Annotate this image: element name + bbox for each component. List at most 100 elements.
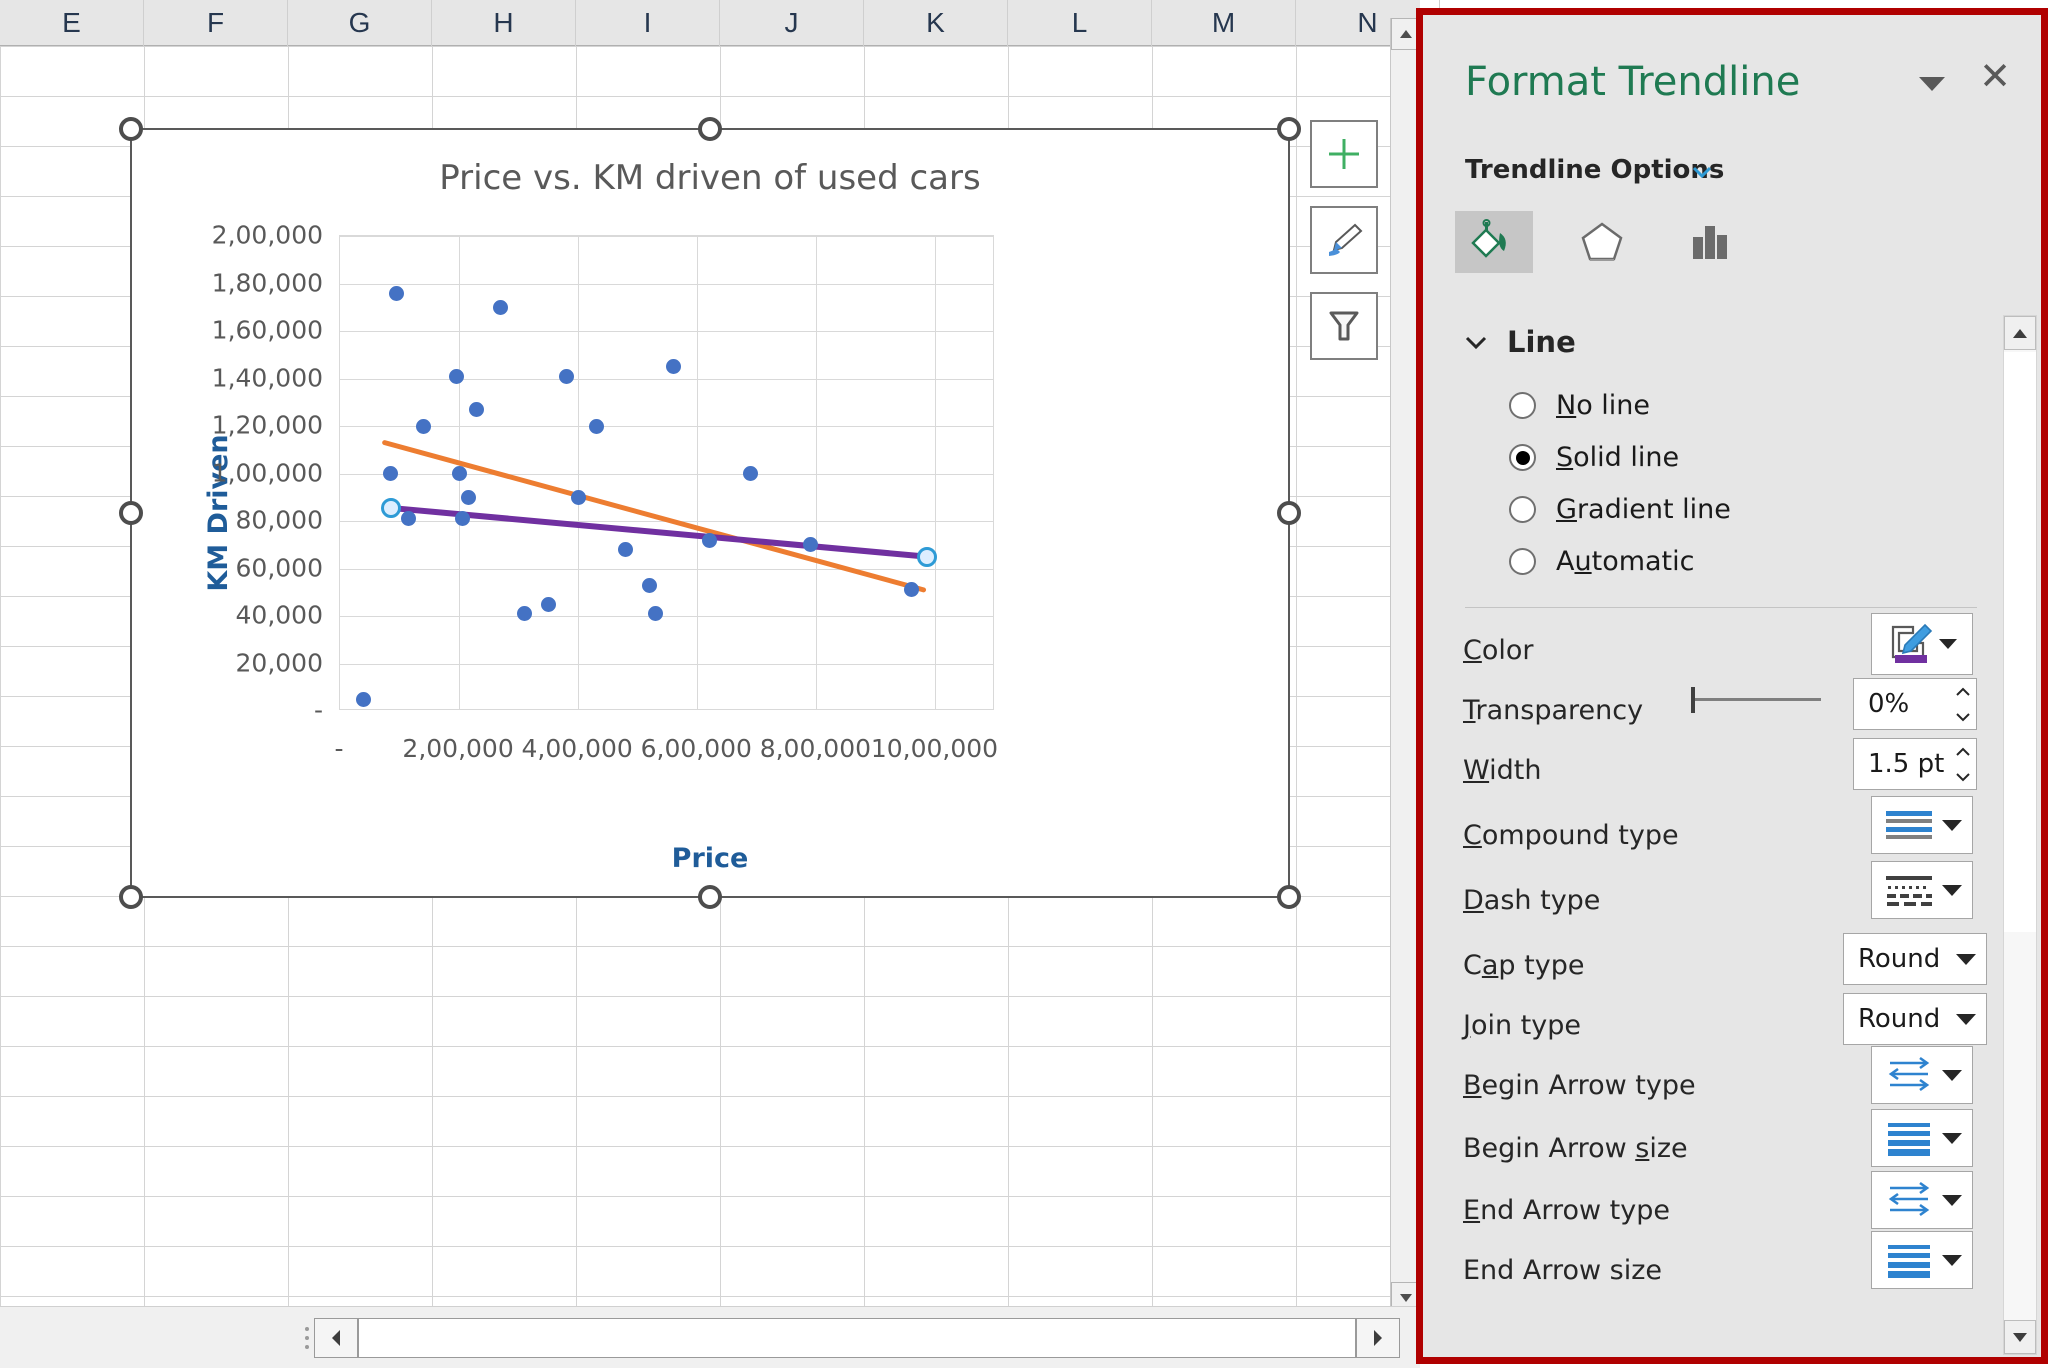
chart-handle-top-left[interactable] [119, 117, 143, 141]
close-icon[interactable]: ✕ [1975, 57, 2015, 97]
chart-handle-bottom-center[interactable] [698, 885, 722, 909]
panel-scroll-down-button[interactable] [2004, 1320, 2036, 1354]
scatter-point[interactable] [448, 368, 464, 384]
trendline-options-label[interactable]: Trendline Options [1465, 155, 1724, 185]
chart-styles-button[interactable] [1310, 206, 1378, 274]
column-header-l[interactable]: L [1008, 0, 1152, 46]
scatter-point[interactable] [558, 368, 574, 384]
radio-indicator[interactable] [1509, 548, 1536, 575]
scatter-point[interactable] [460, 489, 476, 505]
column-header-i[interactable]: I [576, 0, 720, 46]
effects-tab[interactable] [1563, 211, 1641, 273]
scatter-point[interactable] [570, 489, 586, 505]
scatter-point[interactable] [493, 299, 509, 315]
spinner-arrows[interactable] [1950, 739, 1976, 789]
column-header-k[interactable]: K [864, 0, 1008, 46]
radio-indicator[interactable] [1509, 496, 1536, 523]
chevron-down-icon[interactable] [1942, 819, 1962, 831]
scatter-point[interactable] [588, 418, 604, 434]
radio-no-line[interactable]: No line [1509, 390, 1650, 421]
color-picker-button[interactable] [1871, 613, 1973, 675]
dropdown-end-arrow-type[interactable] [1871, 1171, 1973, 1229]
transparency-slider-thumb[interactable] [1691, 687, 1695, 713]
dropdown-dash-type[interactable] [1871, 861, 1973, 919]
chart-handle-bottom-right[interactable] [1277, 885, 1301, 909]
dropdown-end-arrow-size[interactable] [1871, 1231, 1973, 1289]
chevron-down-icon[interactable] [1954, 712, 1972, 722]
spinner-value[interactable]: 0% [1854, 689, 1950, 719]
fill-and-line-tab[interactable] [1455, 211, 1533, 273]
chevron-down-icon[interactable] [1942, 1132, 1962, 1144]
spreadsheet-area[interactable]: EFGHIJKLMN Price vs. KM driven of used c… [0, 0, 1440, 1368]
spinner-transparency[interactable]: 0% [1853, 678, 1977, 730]
dropdown-compound-type[interactable] [1871, 796, 1973, 854]
chart-handle-bottom-left[interactable] [119, 885, 143, 909]
radio-indicator[interactable] [1509, 392, 1536, 419]
column-header-j[interactable]: J [720, 0, 864, 46]
scatter-point[interactable] [400, 511, 416, 527]
line-section-header[interactable]: Line [1463, 325, 1576, 359]
chart-handle-top-right[interactable] [1277, 117, 1301, 141]
panel-menu-icon[interactable] [1919, 77, 1945, 91]
chevron-down-icon[interactable] [1956, 1013, 1976, 1025]
horizontal-scroll-track[interactable] [358, 1317, 1356, 1358]
radio-indicator[interactable] [1509, 444, 1536, 471]
x-axis-title[interactable]: Price [132, 843, 1288, 874]
column-header-e[interactable]: E [0, 0, 144, 46]
radio-solid-line[interactable]: Solid line [1509, 442, 1679, 473]
scatter-point[interactable] [540, 596, 556, 612]
trendline-options-tab[interactable] [1671, 211, 1749, 273]
hscroll-left-button[interactable] [314, 1317, 358, 1358]
chevron-down-icon[interactable] [1942, 1194, 1962, 1206]
panel-scroll-up-button[interactable] [2004, 316, 2036, 350]
chevron-down-icon[interactable] [1939, 639, 1957, 649]
chart-handle-middle-left[interactable] [119, 501, 143, 525]
scatter-point[interactable] [665, 359, 681, 375]
plot-area[interactable] [339, 235, 994, 710]
chevron-down-icon[interactable] [1954, 772, 1972, 782]
split-grip[interactable] [300, 1321, 314, 1355]
scatter-point[interactable] [642, 577, 658, 593]
chart-elements-button[interactable] [1310, 120, 1378, 188]
scatter-point[interactable] [701, 532, 717, 548]
hscroll-right-button[interactable] [1356, 1317, 1400, 1358]
panel-scrollbar[interactable] [2003, 315, 2037, 1355]
select-cap-type[interactable]: Round [1843, 933, 1987, 985]
scatter-point[interactable] [454, 511, 470, 527]
chevron-down-icon[interactable] [1942, 1254, 1962, 1266]
chart-title[interactable]: Price vs. KM driven of used cars [132, 158, 1288, 198]
column-header-g[interactable]: G [288, 0, 432, 46]
chevron-up-icon[interactable] [1954, 687, 1972, 697]
chart-handle-top-center[interactable] [698, 117, 722, 141]
chart-handle-middle-right[interactable] [1277, 501, 1301, 525]
transparency-slider-track[interactable] [1691, 698, 1821, 701]
chevron-down-icon[interactable] [1463, 329, 1489, 355]
radio-automatic[interactable]: Automatic [1509, 546, 1695, 577]
trendline-handle-start[interactable] [380, 497, 401, 518]
panel-scroll-thumb[interactable] [2004, 352, 2036, 932]
trendline-handle-end[interactable] [916, 546, 937, 567]
scatter-point[interactable] [389, 285, 405, 301]
chart-filters-button[interactable] [1310, 292, 1378, 360]
format-trendline-panel[interactable]: Format Trendline ✕ Trendline Options Lin… [1423, 15, 2041, 1357]
spinner-width[interactable]: 1.5 pt [1853, 738, 1977, 790]
chevron-down-icon[interactable] [1942, 884, 1962, 896]
chevron-down-icon[interactable] [1956, 953, 1976, 965]
radio-gradient-line[interactable]: Gradient line [1509, 494, 1731, 525]
scatter-point[interactable] [356, 691, 372, 707]
select-join-type[interactable]: Round [1843, 993, 1987, 1045]
scatter-point[interactable] [451, 466, 467, 481]
dropdown-begin-arrow-type[interactable] [1871, 1046, 1973, 1104]
chevron-down-icon[interactable] [1691, 161, 1713, 183]
chart-object[interactable]: Price vs. KM driven of used cars KM Driv… [119, 117, 1301, 909]
column-header-m[interactable]: M [1152, 0, 1296, 46]
arrow-type-icon [1888, 1181, 1930, 1217]
column-header-f[interactable]: F [144, 0, 288, 46]
dropdown-begin-arrow-size[interactable] [1871, 1109, 1973, 1167]
column-header-h[interactable]: H [432, 0, 576, 46]
chevron-down-icon[interactable] [1942, 1069, 1962, 1081]
chevron-up-icon[interactable] [1954, 747, 1972, 757]
spinner-arrows[interactable] [1950, 679, 1976, 729]
spinner-value[interactable]: 1.5 pt [1854, 749, 1950, 779]
scatter-point[interactable] [415, 418, 431, 434]
